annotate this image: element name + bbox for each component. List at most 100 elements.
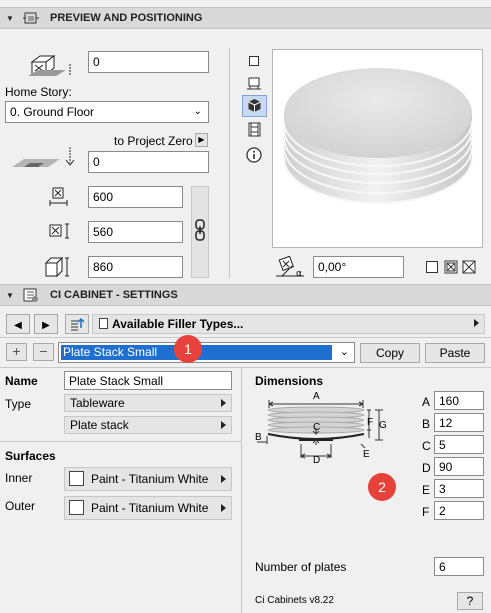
- remove-button[interactable]: −: [33, 343, 54, 361]
- height-icon: [44, 256, 69, 278]
- outer-surface-dropdown[interactable]: Paint - Titanium White: [64, 496, 232, 520]
- cube-3d-icon[interactable]: [247, 98, 262, 113]
- film-strip-icon[interactable]: [247, 122, 262, 137]
- arrow-right-icon: [221, 399, 226, 407]
- preview-positioning-icon: [23, 12, 39, 24]
- dim-a-input[interactable]: 160: [434, 391, 484, 410]
- collapse-triangle-icon[interactable]: ▼: [6, 14, 14, 23]
- color-swatch: [69, 500, 84, 515]
- height-input[interactable]: 860: [88, 256, 183, 278]
- paste-button[interactable]: Paste: [425, 343, 485, 363]
- chain-link-icon[interactable]: [193, 219, 207, 241]
- surfaces-label: Surfaces: [5, 449, 56, 463]
- chevron-down-icon: ⌄: [193, 106, 202, 117]
- previous-button[interactable]: ◀: [6, 314, 30, 334]
- dim-d-label: D: [422, 461, 431, 475]
- arrow-right-icon: [221, 475, 226, 483]
- step-badge-1: 1: [174, 335, 202, 363]
- preview-panel-title: PREVIEW AND POSITIONING: [50, 12, 203, 24]
- elevation-input[interactable]: 0: [88, 51, 209, 73]
- dim-f-label: F: [422, 505, 430, 519]
- settings-panel-header[interactable]: ▼ CI CABINET - SETTINGS: [0, 284, 491, 306]
- home-story-select[interactable]: 0. Ground Floor ⌄: [5, 101, 209, 123]
- collapse-triangle-icon[interactable]: ▼: [6, 291, 14, 300]
- inner-label: Inner: [5, 471, 33, 485]
- preview-divider: [229, 48, 230, 278]
- step-badge-2: 2: [368, 473, 396, 501]
- project-zero-icon: [12, 147, 75, 167]
- number-of-plates-label: Number of plates: [255, 560, 347, 574]
- add-button[interactable]: +: [6, 343, 27, 361]
- 3d-preview-canvas[interactable]: [272, 49, 483, 248]
- dim-c-label: C: [422, 439, 431, 453]
- name-input[interactable]: Plate Stack Small: [64, 371, 232, 390]
- arrow-right-icon: [221, 421, 226, 429]
- depth-icon: [49, 223, 69, 239]
- dim-f-input[interactable]: 2: [434, 501, 484, 520]
- dimensions-label: Dimensions: [255, 374, 324, 388]
- plate-stack-preview: [283, 68, 473, 204]
- plus-icon: +: [12, 343, 21, 359]
- width-icon: [49, 187, 68, 206]
- diagram-label-c: C: [313, 422, 320, 433]
- view-elevation-icon[interactable]: [247, 77, 261, 91]
- diagram-label-f: F: [367, 417, 373, 428]
- arrow-left-icon: ◀: [14, 320, 22, 331]
- arrow-right-icon: [474, 319, 479, 327]
- cabinet-settings-icon: [23, 288, 38, 302]
- next-button[interactable]: ▶: [34, 314, 58, 334]
- chevron-down-icon[interactable]: ⌄: [340, 345, 349, 358]
- subtype-dropdown[interactable]: Plate stack: [64, 416, 232, 434]
- document-icon: [99, 318, 108, 329]
- dim-d-input[interactable]: 90: [434, 457, 484, 476]
- dim-e-label: E: [422, 483, 431, 497]
- dim-a-label: A: [422, 395, 431, 409]
- list-arrow-icon: [71, 317, 85, 331]
- filler-types-label: Available Filler Types...: [112, 317, 244, 331]
- type-value: Tableware: [70, 396, 125, 410]
- minus-icon: −: [39, 343, 48, 359]
- inner-surface-dropdown[interactable]: Paint - Titanium White: [64, 467, 232, 491]
- outer-label: Outer: [5, 499, 36, 513]
- diagram-label-a: A: [313, 391, 320, 402]
- project-zero-input[interactable]: 0: [88, 151, 209, 173]
- type-dropdown[interactable]: Tableware: [64, 394, 232, 412]
- project-zero-toggle-button[interactable]: ▶: [195, 133, 208, 147]
- item-select-combobox[interactable]: Plate Stack Small ⌄: [58, 342, 355, 363]
- depth-input[interactable]: 560: [88, 221, 183, 243]
- home-story-label: Home Story:: [5, 85, 72, 99]
- dim-b-label: B: [422, 417, 431, 431]
- project-zero-label: to Project Zero: [114, 134, 193, 148]
- view-plain-icon[interactable]: [426, 261, 438, 273]
- list-upload-button[interactable]: [65, 314, 89, 334]
- version-label: Ci Cabinets v8.22: [255, 595, 334, 606]
- inner-surface-value: Paint - Titanium White: [91, 472, 209, 486]
- info-icon[interactable]: [246, 147, 262, 163]
- preview-panel-header[interactable]: ▼ PREVIEW AND POSITIONING: [0, 7, 491, 29]
- number-of-plates-input[interactable]: 6: [434, 557, 484, 576]
- mirror-x-icon[interactable]: [444, 260, 458, 274]
- angle-input[interactable]: 0,00°: [313, 256, 404, 278]
- width-input[interactable]: 600: [88, 186, 183, 208]
- available-filler-types-dropdown[interactable]: Available Filler Types...: [92, 314, 485, 334]
- outer-surface-value: Paint - Titanium White: [91, 501, 209, 515]
- settings-panel-title: CI CABINET - SETTINGS: [50, 289, 178, 301]
- dim-c-input[interactable]: 5: [434, 435, 484, 454]
- diagram-label-b: B: [255, 432, 262, 443]
- diagram-label-e: E: [363, 449, 370, 460]
- object-elevation-icon: [28, 55, 71, 76]
- mirror-xy-icon[interactable]: [462, 260, 476, 274]
- view-2d-icon[interactable]: [249, 56, 259, 66]
- diagram-label-g: G: [379, 420, 387, 431]
- divider: [0, 367, 491, 368]
- dimensions-diagram: A B C D E F G: [255, 391, 387, 466]
- dim-b-input[interactable]: 12: [434, 413, 484, 432]
- column-divider: [241, 368, 242, 613]
- name-label: Name: [5, 374, 38, 388]
- copy-button[interactable]: Copy: [360, 343, 420, 363]
- divider: [0, 441, 241, 442]
- subtype-value: Plate stack: [70, 418, 129, 432]
- help-button[interactable]: ?: [457, 592, 483, 610]
- dim-e-input[interactable]: 3: [434, 479, 484, 498]
- rotation-angle-icon: α: [276, 256, 304, 278]
